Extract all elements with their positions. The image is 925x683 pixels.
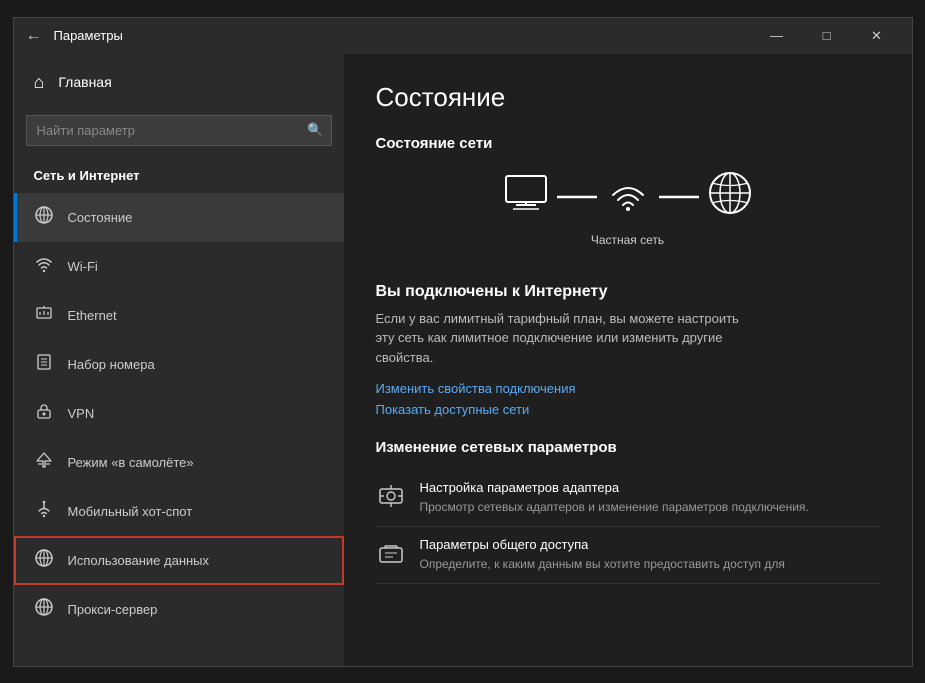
line2 bbox=[659, 186, 699, 204]
vpn-icon bbox=[34, 402, 54, 425]
proxy-icon bbox=[34, 598, 54, 621]
sidebar-item-hotspot[interactable]: Мобильный хот-спот bbox=[14, 487, 344, 536]
dialup-icon bbox=[34, 353, 54, 376]
sidebar-item-proxy[interactable]: Прокси-сервер bbox=[14, 585, 344, 634]
sidebar-item-ethernet-label: Ethernet bbox=[68, 308, 117, 323]
search-box: 🔍 bbox=[26, 115, 332, 146]
settings-window: ← Параметры — □ ✕ ⌂ Главная 🔍 Сеть и Инт… bbox=[13, 17, 913, 667]
page-title: Состояние bbox=[376, 82, 880, 113]
router-icon bbox=[603, 173, 653, 218]
adapter-desc: Просмотр сетевых адаптеров и изменение п… bbox=[420, 499, 809, 516]
line1 bbox=[557, 186, 597, 204]
adapter-text: Настройка параметров адаптера Просмотр с… bbox=[420, 480, 809, 516]
sidebar-item-vpn[interactable]: VPN bbox=[14, 389, 344, 438]
sidebar-item-status-label: Состояние bbox=[68, 210, 133, 225]
show-networks-link[interactable]: Показать доступные сети bbox=[376, 402, 880, 417]
search-input[interactable] bbox=[26, 115, 332, 146]
maximize-button[interactable]: □ bbox=[804, 21, 850, 51]
main-panel: Состояние Состояние сети bbox=[344, 54, 912, 666]
connected-desc: Если у вас лимитный тарифный план, вы мо… bbox=[376, 309, 756, 368]
adapter-title: Настройка параметров адаптера bbox=[420, 480, 809, 495]
close-button[interactable]: ✕ bbox=[854, 21, 900, 51]
sidebar-item-datausage-label: Использование данных bbox=[68, 553, 210, 568]
sidebar-item-dialup-label: Набор номера bbox=[68, 357, 155, 372]
back-button[interactable]: ← bbox=[26, 27, 42, 45]
sidebar-item-hotspot-label: Мобильный хот-спот bbox=[68, 504, 193, 519]
computer-icon bbox=[501, 173, 551, 218]
settings-adapter[interactable]: Настройка параметров адаптера Просмотр с… bbox=[376, 470, 880, 527]
sidebar-item-wifi-label: Wi-Fi bbox=[68, 259, 98, 274]
sidebar-item-wifi[interactable]: Wi-Fi bbox=[14, 242, 344, 291]
ethernet-icon bbox=[34, 304, 54, 327]
sidebar-item-dialup[interactable]: Набор номера bbox=[14, 340, 344, 389]
globe-icon bbox=[705, 168, 755, 223]
sidebar-home[interactable]: ⌂ Главная bbox=[14, 54, 344, 111]
sidebar-item-ethernet[interactable]: Ethernet bbox=[14, 291, 344, 340]
sidebar: ⌂ Главная 🔍 Сеть и Интернет Сост bbox=[14, 54, 344, 666]
hotspot-icon bbox=[34, 500, 54, 523]
change-properties-link[interactable]: Изменить свойства подключения bbox=[376, 381, 880, 396]
main-content: ⌂ Главная 🔍 Сеть и Интернет Сост bbox=[14, 54, 912, 666]
sidebar-section-title: Сеть и Интернет bbox=[14, 160, 344, 193]
network-diagram: Частная сеть bbox=[376, 168, 880, 265]
status-icon bbox=[34, 206, 54, 229]
settings-sharing[interactable]: Параметры общего доступа Определите, к к… bbox=[376, 527, 880, 584]
search-icon: 🔍 bbox=[307, 122, 323, 138]
home-label: Главная bbox=[58, 74, 111, 90]
sidebar-item-airplane[interactable]: Режим «в самолёте» bbox=[14, 438, 344, 487]
change-section-title: Изменение сетевых параметров bbox=[376, 439, 880, 456]
minimize-button[interactable]: — bbox=[754, 21, 800, 51]
wifi-icon bbox=[34, 255, 54, 278]
adapter-icon bbox=[376, 482, 406, 516]
titlebar: ← Параметры — □ ✕ bbox=[14, 18, 912, 54]
sharing-icon bbox=[376, 539, 406, 573]
connected-title: Вы подключены к Интернету bbox=[376, 283, 880, 301]
sidebar-item-airplane-label: Режим «в самолёте» bbox=[68, 455, 194, 470]
sharing-text: Параметры общего доступа Определите, к к… bbox=[420, 537, 785, 573]
window-title: Параметры bbox=[54, 28, 754, 43]
sharing-title: Параметры общего доступа bbox=[420, 537, 785, 552]
airplane-icon bbox=[34, 451, 54, 474]
window-controls: — □ ✕ bbox=[754, 21, 900, 51]
sidebar-item-status[interactable]: Состояние bbox=[14, 193, 344, 242]
sidebar-item-datausage[interactable]: Использование данных bbox=[14, 536, 344, 585]
datausage-icon bbox=[34, 549, 54, 572]
network-status-section-title: Состояние сети bbox=[376, 135, 880, 152]
private-network-label: Частная сеть bbox=[591, 233, 664, 247]
sidebar-item-vpn-label: VPN bbox=[68, 406, 95, 421]
sharing-desc: Определите, к каким данным вы хотите пре… bbox=[420, 556, 785, 573]
home-icon: ⌂ bbox=[34, 72, 45, 93]
sidebar-item-proxy-label: Прокси-сервер bbox=[68, 602, 158, 617]
